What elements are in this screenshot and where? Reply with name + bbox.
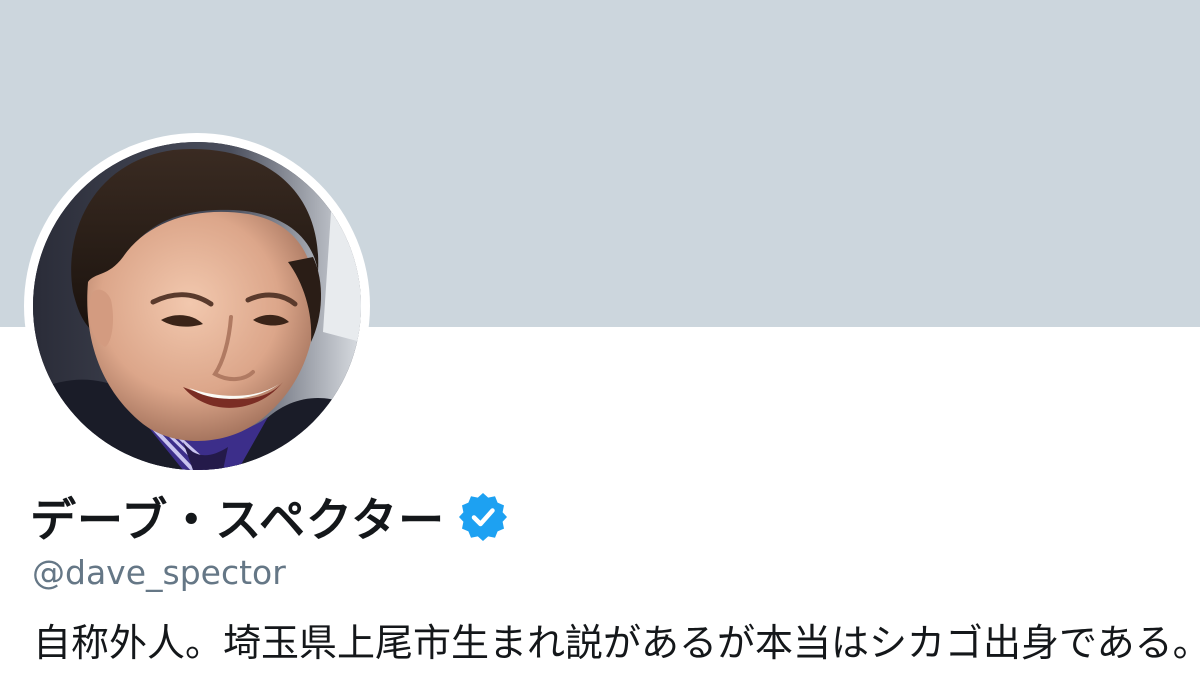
profile-avatar[interactable] <box>24 133 370 479</box>
profile-bio: 自称外人。埼玉県上尾市生まれ説があるが本当はシカゴ出身である。芸 <box>33 621 1200 665</box>
profile-display-name: デーブ・スペクター <box>30 493 446 547</box>
avatar-photo <box>33 142 361 470</box>
profile-page: デーブ・スペクター @dave_spector 自称外人。埼玉県上尾市生まれ説が… <box>0 0 1200 675</box>
verified-badge-icon <box>457 491 509 543</box>
profile-handle: @dave_spector <box>32 553 286 592</box>
profile-name-row: デーブ・スペクター <box>30 484 509 550</box>
avatar-portrait-image <box>33 142 361 470</box>
